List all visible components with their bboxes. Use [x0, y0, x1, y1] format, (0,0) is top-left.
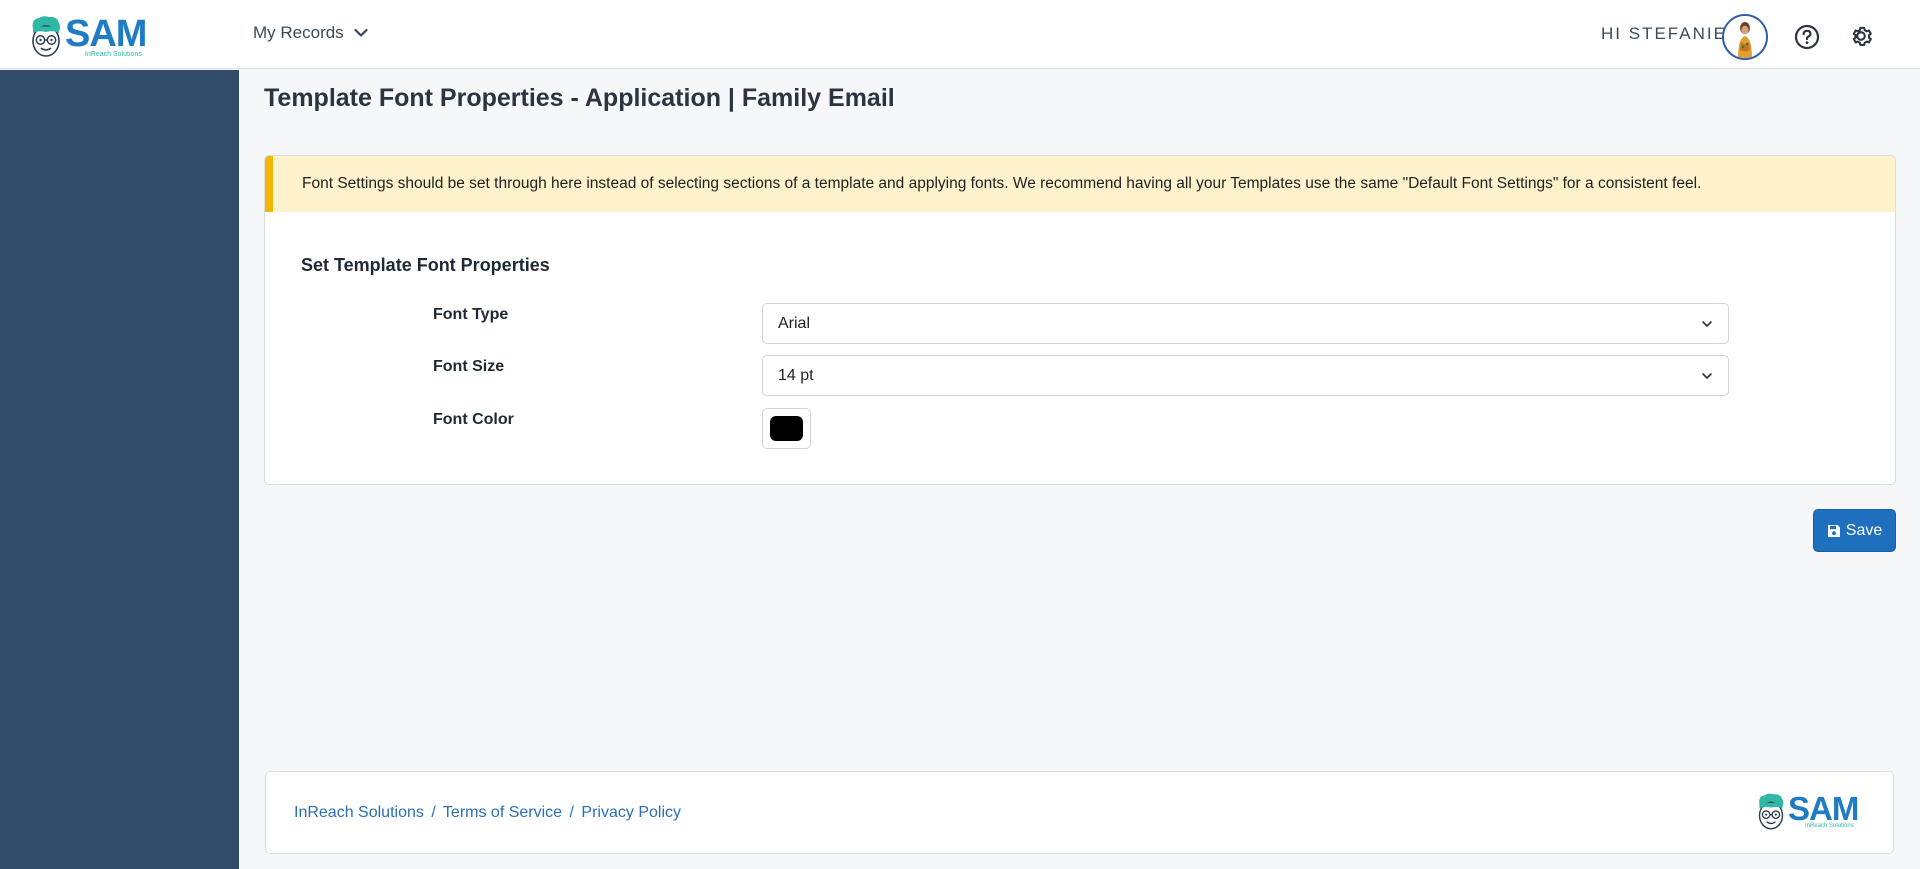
font-color-swatch — [770, 416, 803, 441]
chevron-down-icon — [354, 28, 368, 37]
privacy-link[interactable]: Privacy Policy — [581, 804, 681, 821]
footer-sam-logo: SAM InReach Solutions — [1756, 790, 1859, 832]
sidebar — [0, 70, 239, 869]
section-title: Set Template Font Properties — [301, 255, 550, 275]
my-records-label: My Records — [253, 23, 344, 42]
sam-logo[interactable]: SAM InReach Solutions — [29, 13, 147, 59]
sam-mascot-icon — [1758, 793, 1784, 830]
font-color-picker[interactable] — [762, 408, 811, 449]
gear-icon — [1852, 26, 1872, 47]
avatar-image — [1724, 16, 1766, 58]
help-button[interactable] — [1794, 24, 1820, 50]
footer-logo-subtitle: InReach Solutions — [1805, 823, 1854, 829]
font-properties-card: Font Settings should be set through here… — [264, 155, 1896, 485]
font-color-label: Font Color — [433, 411, 514, 428]
floppy-disk-icon — [1827, 524, 1840, 537]
info-alert: Font Settings should be set through here… — [265, 156, 1895, 212]
footer: InReach Solutions / Terms of Service / P… — [265, 771, 1894, 854]
footer-logo-wordmark: SAM — [1788, 790, 1859, 827]
question-circle-icon — [1794, 24, 1820, 50]
terms-link[interactable]: Terms of Service — [443, 804, 562, 821]
company-link[interactable]: InReach Solutions — [294, 804, 424, 821]
font-size-value: 14 pt — [778, 366, 814, 384]
sam-mascot-icon — [32, 16, 60, 57]
font-type-label: Font Type — [433, 306, 509, 323]
font-size-select[interactable]: 14 pt — [762, 355, 1729, 396]
footer-separator: / — [569, 804, 574, 821]
my-records-menu[interactable]: My Records — [253, 23, 368, 43]
avatar[interactable] — [1722, 14, 1768, 60]
save-label: Save — [1845, 521, 1883, 539]
logo-wordmark: SAM — [65, 13, 147, 55]
logo-subtitle: InReach Solutions — [85, 51, 142, 58]
footer-links: InReach Solutions / Terms of Service / P… — [294, 804, 681, 822]
save-button[interactable]: Save — [1813, 509, 1896, 552]
user-greeting: HI STEFANIE — [1601, 24, 1727, 43]
footer-separator: / — [431, 804, 436, 821]
chevron-down-icon — [1702, 373, 1712, 379]
font-type-value: Arial — [778, 314, 811, 332]
page-title: Template Font Properties - Application |… — [264, 84, 895, 112]
font-type-select[interactable]: Arial — [762, 303, 1729, 344]
settings-button[interactable] — [1848, 23, 1874, 49]
font-size-label: Font Size — [433, 358, 505, 375]
chevron-down-icon — [1702, 321, 1712, 327]
alert-message: Font Settings should be set through here… — [302, 175, 1702, 192]
top-bar: SAM InReach Solutions My Records HI STEF… — [0, 0, 1920, 69]
